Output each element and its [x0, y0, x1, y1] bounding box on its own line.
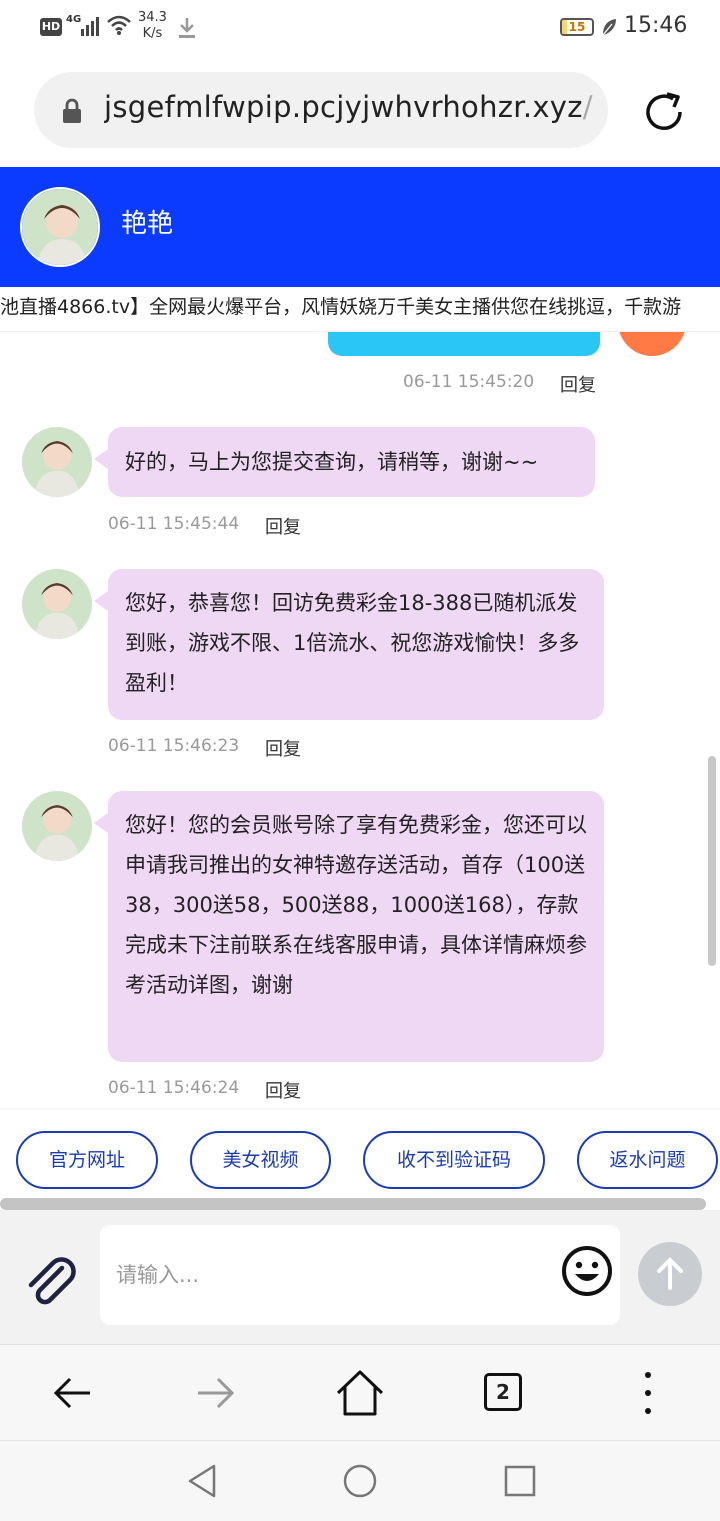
quick-reply-scrollbar[interactable]: [0, 1198, 706, 1210]
reply-link[interactable]: 回复: [265, 735, 301, 761]
user-avatar: [618, 332, 686, 356]
lock-icon: [63, 98, 81, 123]
paperclip-icon[interactable]: [22, 1252, 78, 1308]
reply-link[interactable]: 回复: [560, 371, 596, 397]
more-icon[interactable]: [624, 1369, 672, 1417]
quick-reply-videos[interactable]: 美女视频: [190, 1131, 331, 1189]
send-arrow-icon: [657, 1257, 683, 1290]
download-icon: [179, 18, 195, 38]
leaf-icon: [602, 19, 616, 36]
network-speed: 34.3 K/s: [138, 10, 167, 41]
quick-reply-official-site[interactable]: 官方网址: [16, 1131, 158, 1189]
quick-reply-bar: 官方网址 美女视频 收不到验证码 返水问题: [0, 1110, 720, 1210]
system-home-icon[interactable]: [342, 1463, 378, 1499]
agent-avatar: [22, 791, 92, 861]
timestamp: 06-11 15:46:24: [108, 1078, 240, 1098]
reply-link[interactable]: 回复: [265, 1077, 301, 1103]
system-recents-icon[interactable]: [504, 1465, 536, 1497]
signal-icon: [81, 17, 99, 36]
browser-toolbar: 2: [0, 1344, 720, 1441]
emoji-icon[interactable]: [560, 1244, 614, 1298]
system-back-icon[interactable]: [184, 1463, 220, 1499]
agent-avatar: [22, 569, 92, 639]
agent-message-bubble: 您好，恭喜您！回访免费彩金18-388已随机派发到账，游戏不限、1倍流水、祝您游…: [94, 569, 604, 720]
agent-message-bubble: 您好！您的会员账号除了享有免费彩金，您还可以申请我司推出的女神特邀存送活动，首存…: [94, 791, 604, 1062]
composer: [0, 1210, 720, 1344]
timestamp: 06-11 15:45:44: [108, 514, 240, 534]
timestamp: 06-11 15:45:20: [403, 372, 535, 392]
quick-reply-no-code[interactable]: 收不到验证码: [363, 1131, 545, 1189]
battery-icon: 15: [560, 18, 594, 36]
announcement-marquee: 池直播4866.tv】全网最火爆平台，风情妖娆万千美女主播供您在线挑逗，千款游: [0, 287, 720, 332]
reply-link[interactable]: 回复: [265, 513, 301, 539]
network-type: 4G: [66, 14, 82, 25]
reload-icon[interactable]: [640, 88, 688, 136]
chat-area[interactable]: 06-11 15:45:20 回复 好的，马上为您提交查询，请稍等，谢谢~~ 0…: [0, 332, 720, 1110]
agent-message-bubble: 好的，马上为您提交查询，请稍等，谢谢~~: [94, 427, 595, 497]
url-text[interactable]: jsgefmlfwpip.pcjyjwhvrhohzr.xyz/i: [104, 90, 594, 124]
back-icon[interactable]: [48, 1369, 96, 1417]
chat-scrollbar[interactable]: [708, 756, 716, 966]
send-button[interactable]: [638, 1242, 702, 1306]
forward-icon[interactable]: [192, 1369, 240, 1417]
system-nav-bar: [0, 1440, 720, 1521]
timestamp: 06-11 15:46:23: [108, 736, 240, 756]
home-icon[interactable]: [334, 1367, 386, 1419]
message-input-box[interactable]: [100, 1225, 620, 1325]
tabs-icon[interactable]: 2: [484, 1373, 522, 1411]
agent-avatar: [22, 427, 92, 497]
message-input[interactable]: [114, 1259, 538, 1291]
wifi-icon: [107, 15, 131, 35]
status-bar: HD 4G 34.3 K/s 15 15:46: [0, 0, 720, 56]
quick-reply-rebate[interactable]: 返水问题: [577, 1131, 718, 1189]
chat-header: 艳艳: [0, 167, 720, 287]
url-bar[interactable]: jsgefmlfwpip.pcjyjwhvrhohzr.xyz/i: [34, 72, 608, 148]
hd-badge: HD: [40, 18, 62, 36]
marquee-text: 池直播4866.tv】全网最火爆平台，风情妖娆万千美女主播供您在线挑逗，千款游: [0, 296, 682, 318]
agent-avatar[interactable]: [20, 187, 100, 267]
clock: 15:46: [624, 13, 688, 38]
agent-name: 艳艳: [121, 209, 174, 239]
sent-message-bubble: [328, 332, 600, 356]
